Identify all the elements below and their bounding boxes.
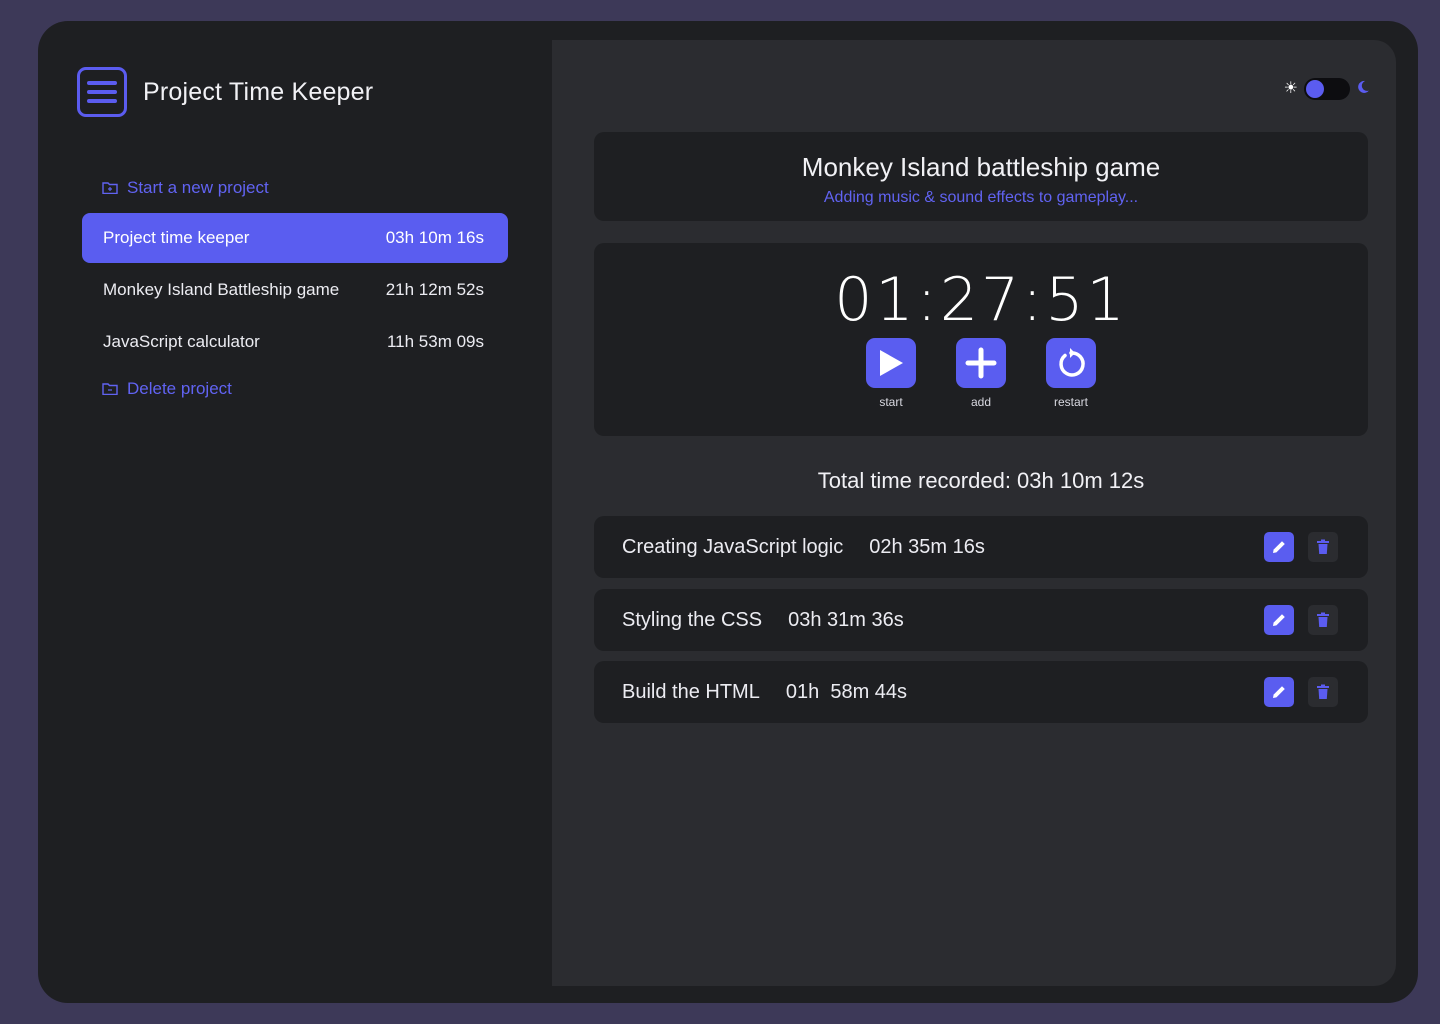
app-title: Project Time Keeper <box>143 77 374 106</box>
start-new-project-link[interactable]: Start a new project <box>102 178 269 198</box>
trash-icon <box>1317 612 1329 627</box>
play-icon <box>866 338 916 388</box>
add-label: add <box>970 395 992 409</box>
timer-controls: start add restart <box>594 338 1368 409</box>
project-time: 03h 10m 16s <box>385 228 484 247</box>
folder-icon <box>102 182 118 194</box>
delete-project-link[interactable]: Delete project <box>102 379 232 399</box>
pencil-icon <box>1273 541 1285 553</box>
delete-button[interactable] <box>1308 677 1338 707</box>
project-title: Monkey Island battleship game <box>801 152 1161 182</box>
project-subtitle: Adding music & sound effects to gameplay… <box>823 189 1139 206</box>
project-list: Project time keeper 03h 10m 16s Monkey I… <box>82 213 508 367</box>
task-time: 03h 31m 36s <box>788 608 904 631</box>
start-new-project-label: Start a new project <box>127 178 269 197</box>
folder-icon <box>102 383 118 395</box>
restart-icon <box>1046 338 1096 388</box>
project-item-js-calculator[interactable]: JavaScript calculator 11h 53m 09s <box>82 317 508 367</box>
pencil-icon <box>1273 614 1285 626</box>
edit-button[interactable] <box>1264 532 1294 562</box>
project-header-card: Monkey Island battleship game Adding mus… <box>594 132 1368 221</box>
delete-button[interactable] <box>1308 605 1338 635</box>
project-name: Monkey Island Battleship game <box>103 280 340 299</box>
app-window: Project Time Keeper Start a new project … <box>38 21 1418 1003</box>
project-item-monkey-island[interactable]: Monkey Island Battleship game 21h 12m 52… <box>82 265 508 315</box>
project-name: Project time keeper <box>103 228 250 247</box>
total-time-recorded: Total time recorded: 03h 10m 12s <box>817 468 1145 493</box>
sun-icon: ☀ <box>1283 80 1298 97</box>
timer-display: 01:27:51 <box>834 265 1128 335</box>
task-actions <box>1264 532 1338 562</box>
task-name: Styling the CSS <box>622 608 763 631</box>
delete-button[interactable] <box>1308 532 1338 562</box>
task-row: Creating JavaScript logic 02h 35m 16s <box>594 516 1368 578</box>
plus-icon <box>956 338 1006 388</box>
moon-icon <box>1356 80 1370 99</box>
project-time: 11h 53m 09s <box>386 332 484 351</box>
task-time: 02h 35m 16s <box>869 535 985 558</box>
task-actions <box>1264 677 1338 707</box>
restart-button[interactable]: restart <box>1046 338 1096 409</box>
project-item-time-keeper[interactable]: Project time keeper 03h 10m 16s <box>82 213 508 263</box>
task-actions <box>1264 605 1338 635</box>
hamburger-menu-icon[interactable] <box>77 67 127 117</box>
switch-knob <box>1306 80 1324 98</box>
theme-switch[interactable] <box>1304 78 1350 100</box>
timer-card: 01:27:51 start add restart <box>594 243 1368 436</box>
restart-label: restart <box>1053 395 1088 409</box>
trash-icon <box>1317 539 1329 554</box>
theme-toggle: ☀ <box>1284 78 1370 100</box>
delete-project-label: Delete project <box>127 379 232 398</box>
main-panel: ☀ Monkey Island battleship game Adding m… <box>552 40 1396 986</box>
task-name: Build the HTML <box>622 680 760 703</box>
trash-icon <box>1317 684 1329 699</box>
project-time: 21h 12m 52s <box>385 280 484 299</box>
task-time: 01h 58m 44s <box>785 680 908 703</box>
task-name: Creating JavaScript logic <box>622 535 844 558</box>
sidebar: Project Time Keeper Start a new project … <box>38 21 552 1003</box>
start-button[interactable]: start <box>866 338 916 409</box>
task-row: Styling the CSS 03h 31m 36s <box>594 589 1368 651</box>
project-name: JavaScript calculator <box>103 332 260 351</box>
task-row: Build the HTML 01h 58m 44s <box>594 661 1368 723</box>
add-button[interactable]: add <box>956 338 1006 409</box>
edit-button[interactable] <box>1264 605 1294 635</box>
pencil-icon <box>1273 686 1285 698</box>
start-label: start <box>879 395 903 409</box>
brand: Project Time Keeper <box>77 67 373 117</box>
edit-button[interactable] <box>1264 677 1294 707</box>
